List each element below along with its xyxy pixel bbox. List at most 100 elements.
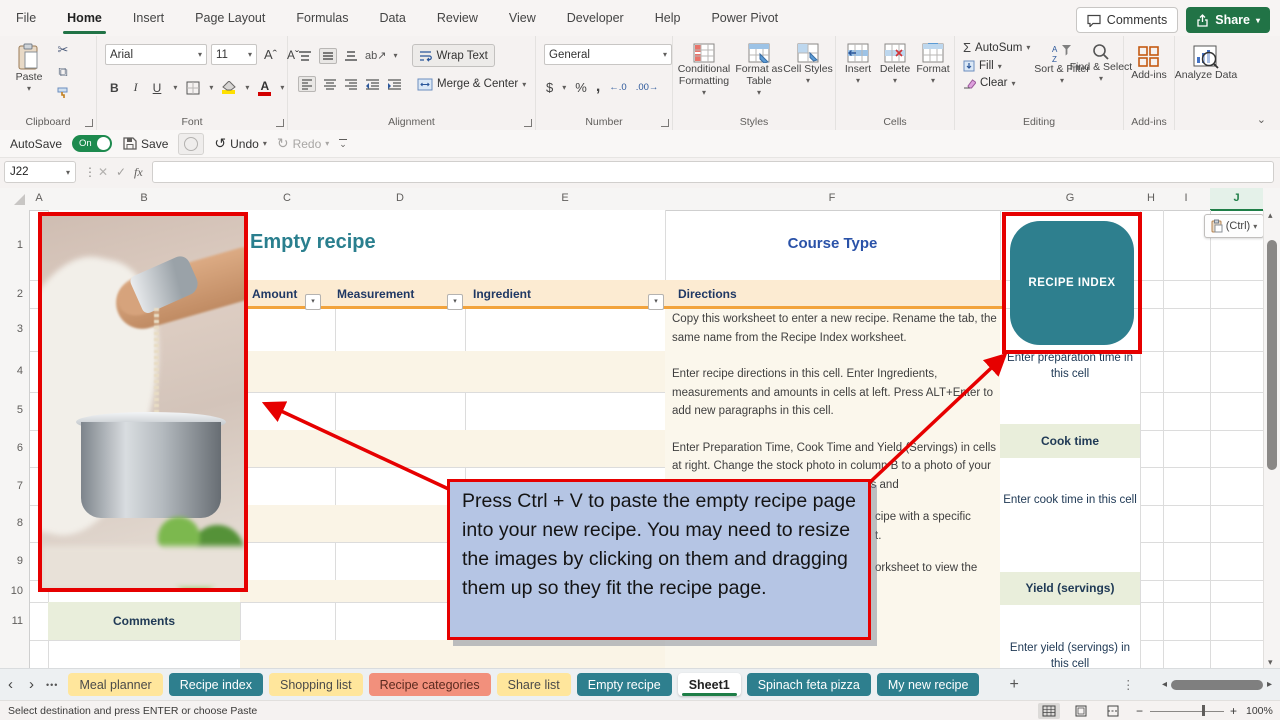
zoom-slider-handle[interactable] (1202, 705, 1205, 716)
format-cells-button[interactable]: Format ▾ (914, 38, 952, 87)
save-button[interactable]: Save (122, 136, 168, 151)
recipe-index-button[interactable]: RECIPE INDEX (1010, 221, 1134, 345)
horizontal-scrollbar[interactable]: ◂ ▸ (1162, 679, 1272, 690)
scroll-down-icon[interactable]: ▾ (1268, 657, 1273, 668)
measurement-filter-button[interactable]: ▾ (447, 294, 463, 310)
autosum-button[interactable]: Σ AutoSum ▾ (963, 40, 1030, 55)
fill-color-button[interactable] (222, 81, 237, 94)
insert-function-icon[interactable]: fx (134, 161, 143, 183)
amount-filter-button[interactable]: ▾ (305, 294, 321, 310)
cancel-icon[interactable]: ✕ (98, 161, 108, 183)
sheet-tab-spinach-feta-pizza[interactable]: Spinach feta pizza (746, 673, 871, 696)
share-button[interactable]: Share ▾ (1186, 7, 1270, 33)
tab-power-pivot[interactable]: Power Pivot (709, 7, 780, 29)
orientation-caret-icon[interactable]: ▾ (393, 51, 397, 60)
col-header-h[interactable]: H (1147, 192, 1155, 204)
hscroll-right-icon[interactable]: ▸ (1267, 679, 1272, 690)
redo-button[interactable]: ↻ Redo ▾ (277, 135, 329, 152)
underline-button[interactable]: U (150, 78, 165, 97)
find-select-button[interactable]: Find & Select ▾ (1070, 38, 1132, 85)
sheet-tab-share-list[interactable]: Share list (496, 673, 571, 696)
tab-insert[interactable]: Insert (131, 7, 166, 29)
prep-time-cell[interactable]: Enter preparation time in this cell (1000, 350, 1140, 382)
align-left-icon[interactable] (298, 76, 316, 92)
font-color-button[interactable]: A (258, 79, 272, 96)
tab-data[interactable]: Data (377, 7, 407, 29)
zoom-level[interactable]: 100% (1246, 705, 1273, 717)
row-header-5[interactable]: 5 (17, 404, 23, 416)
borders-button[interactable] (186, 81, 200, 95)
row-header-6[interactable]: 6 (17, 442, 23, 454)
borders-caret-icon[interactable]: ▾ (209, 83, 213, 92)
comments-header-cell[interactable]: Comments (48, 602, 240, 640)
copy-button[interactable]: ⧉ (58, 64, 67, 80)
addins-button[interactable]: Add-ins (1126, 40, 1172, 81)
delete-cells-button[interactable]: Delete ▾ (876, 38, 914, 87)
autosave-toggle[interactable]: On (72, 135, 113, 152)
tab-help[interactable]: Help (653, 7, 683, 29)
collapse-ribbon-icon[interactable]: ⌄ (1257, 113, 1266, 126)
align-center-icon[interactable] (323, 78, 337, 90)
tab-file[interactable]: File (14, 7, 38, 29)
col-header-f[interactable]: F (829, 192, 836, 204)
align-middle-icon[interactable] (319, 47, 337, 64)
zoom-slider[interactable] (1150, 710, 1224, 712)
font-size-combo[interactable]: 11 ▾ (211, 44, 257, 65)
comma-style-button[interactable]: , (596, 78, 600, 96)
merge-center-button[interactable]: Merge & Center ▾ (417, 78, 526, 91)
tab-formulas[interactable]: Formulas (294, 7, 350, 29)
clipboard-dialog-launcher-icon[interactable] (85, 119, 93, 127)
number-dialog-launcher-icon[interactable] (661, 119, 669, 127)
tab-view[interactable]: View (507, 7, 538, 29)
row-header-1[interactable]: 1 (17, 239, 23, 251)
bold-button[interactable]: B (107, 78, 122, 97)
row-header-8[interactable]: 8 (17, 517, 23, 529)
wrap-text-button[interactable]: Wrap Text (412, 44, 495, 67)
sheet-tab-sheet1-active[interactable]: Sheet1 (677, 673, 741, 696)
zoom-out-icon[interactable]: − (1136, 704, 1143, 718)
increase-decimal-button[interactable]: ←.0 (609, 82, 626, 93)
sheet-tab-meal-planner[interactable]: Meal planner (68, 673, 163, 696)
paste-button[interactable]: Paste ▾ (8, 38, 50, 95)
horizontal-scroll-thumb[interactable] (1170, 679, 1263, 690)
hscroll-left-icon[interactable]: ◂ (1162, 679, 1167, 690)
orientation-button[interactable]: ab↗ (365, 49, 386, 62)
increase-indent-icon[interactable] (387, 78, 402, 90)
fill-color-caret-icon[interactable]: ▾ (245, 83, 249, 92)
row-header-7[interactable]: 7 (17, 480, 23, 492)
name-box[interactable]: J22 ▾ (4, 161, 76, 183)
number-format-combo[interactable]: General ▾ (544, 44, 672, 65)
accounting-format-button[interactable]: $ (546, 80, 553, 95)
decrease-indent-icon[interactable] (365, 78, 380, 90)
directions-text[interactable]: Copy this worksheet to enter a new recip… (672, 310, 1004, 494)
row-header-9[interactable]: 9 (17, 555, 23, 567)
ingredient-filter-button[interactable]: ▾ (648, 294, 664, 310)
zoom-in-icon[interactable]: + (1230, 704, 1237, 718)
sheet-tab-recipe-categories[interactable]: Recipe categories (368, 673, 491, 696)
clear-button[interactable]: Clear ▾ (963, 77, 1030, 89)
add-sheet-button[interactable]: + (1009, 676, 1018, 694)
sheet-nav-more-icon[interactable]: ••• (46, 680, 58, 690)
fill-button[interactable]: Fill ▾ (963, 60, 1030, 72)
callout-note[interactable]: Press Ctrl + V to paste the empty recipe… (447, 479, 871, 640)
sheet-tab-my-new-recipe[interactable]: My new recipe (876, 673, 980, 696)
vertical-scrollbar[interactable]: ▴ ▾ (1263, 210, 1280, 668)
col-header-d[interactable]: D (396, 192, 404, 204)
font-dialog-launcher-icon[interactable] (276, 119, 284, 127)
col-header-e[interactable]: E (561, 192, 568, 204)
grow-font-button[interactable]: Aˆ (261, 45, 280, 64)
cook-time-header-cell[interactable]: Cook time (1000, 424, 1140, 458)
enter-icon[interactable]: ✓ (116, 161, 126, 183)
row-header-10[interactable]: 10 (11, 585, 23, 597)
row-header-3[interactable]: 3 (17, 323, 23, 335)
sheet-tab-empty-recipe[interactable]: Empty recipe (576, 673, 672, 696)
tab-review[interactable]: Review (435, 7, 480, 29)
alignment-dialog-launcher-icon[interactable] (524, 119, 532, 127)
col-header-j-selected[interactable]: J (1210, 188, 1263, 211)
decrease-decimal-button[interactable]: .00→ (636, 82, 659, 93)
tab-home[interactable]: Home (63, 7, 106, 34)
row-headers[interactable]: 1 2 3 4 5 6 7 8 9 10 11 (0, 210, 30, 668)
col-header-i[interactable]: I (1184, 192, 1187, 204)
col-header-b[interactable]: B (140, 192, 147, 204)
italic-button[interactable]: I (131, 78, 141, 97)
